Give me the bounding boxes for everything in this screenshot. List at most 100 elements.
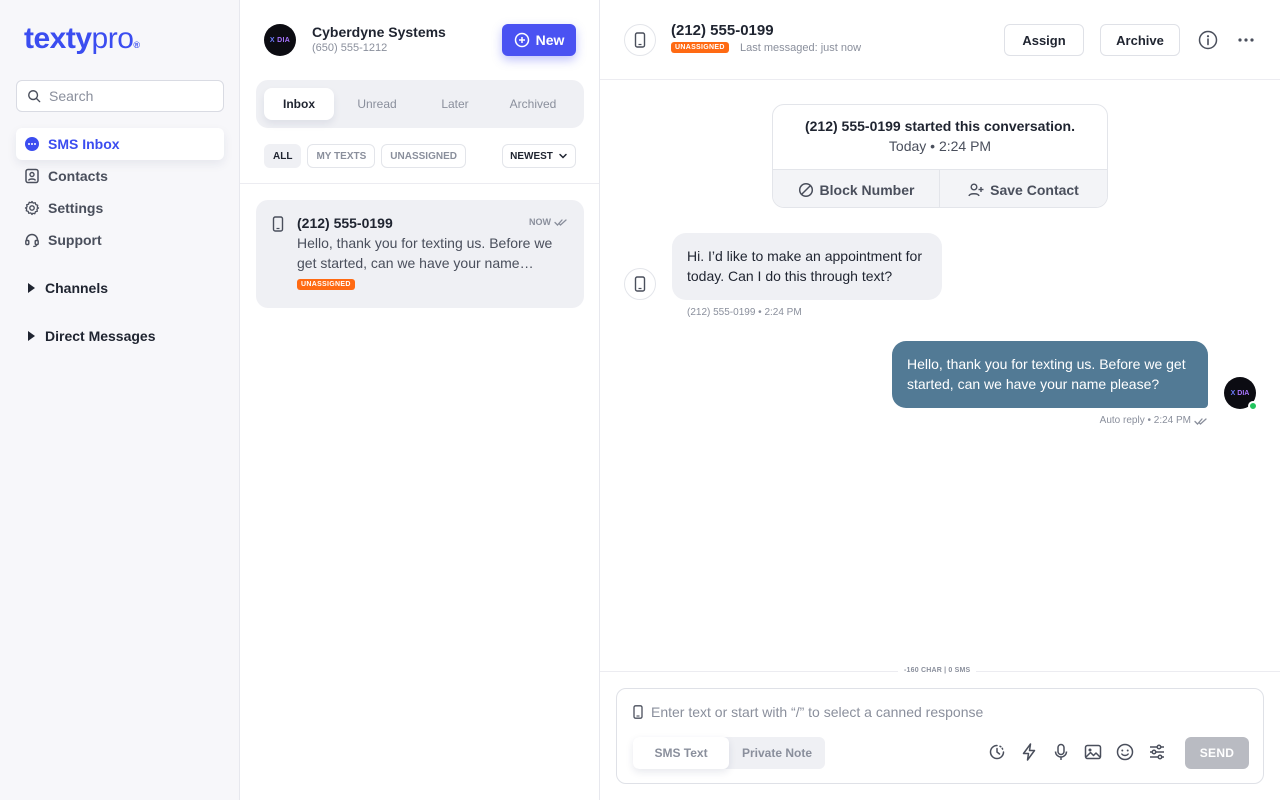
message-meta: (212) 555-0199 • 2:24 PM [687,307,802,318]
last-messaged: Last messaged: just now [740,42,862,54]
info-icon[interactable] [1198,30,1218,50]
conversation-list-panel: X DIA Cyberdyne Systems (650) 555-1212 N… [240,0,600,800]
new-message-button[interactable]: New [502,24,576,56]
org-avatar-letter: X [269,36,275,44]
sidebar-item-support[interactable]: Support [16,224,224,256]
message-composer: SMS Text Private Note SEND [616,688,1264,784]
filter-my-texts[interactable]: MY TEXTS [307,144,376,168]
conversation-started-card: (212) 555-0199 started this conversation… [772,104,1108,208]
sliders-icon[interactable] [1147,742,1167,762]
online-status-dot [1248,401,1258,411]
schedule-icon[interactable] [987,742,1007,762]
block-icon [798,182,813,197]
more-options-icon[interactable] [1236,30,1256,50]
double-check-icon [1194,417,1207,425]
save-contact-label: Save Contact [990,181,1079,198]
sidebar-item-label: Contacts [48,168,108,184]
chevron-down-icon [559,153,567,159]
filter-unassigned[interactable]: UNASSIGNED [381,144,466,168]
caret-right-icon [28,283,35,293]
section-label: Channels [45,280,109,296]
archive-button[interactable]: Archive [1100,24,1180,56]
lightning-icon[interactable] [1019,742,1039,762]
sidebar-item-sms-inbox[interactable]: SMS Inbox [16,128,224,160]
mobile-phone-icon [634,32,646,48]
logo-registered-mark: ® [133,40,140,50]
sort-dropdown[interactable]: NEWEST [502,144,576,168]
org-avatar: X DIA [264,24,296,56]
agent-avatar-letter: X [1230,389,1236,397]
mode-private-note[interactable]: Private Note [729,737,825,769]
org-name: Cyberdyne Systems [312,24,446,40]
sidebar: textypro® SMS Inbox Contacts Settings Su… [0,0,240,800]
filter-all[interactable]: ALL [264,144,302,168]
contact-card-icon [25,168,39,184]
conversation-time: NOW [529,217,568,227]
block-number-label: Block Number [819,181,915,198]
started-actions: Block Number Save Contact [773,169,1107,207]
started-time: Today • 2:24 PM [888,138,992,154]
org-phone: (650) 555-1212 [312,42,388,54]
double-check-icon [554,219,567,226]
logo-text-texty: texty [24,22,92,55]
emoji-icon[interactable] [1115,742,1135,762]
new-button-label: New [535,32,565,48]
char-counter: -160 CHAR | 0 SMS [898,667,977,674]
image-icon[interactable] [1083,742,1103,762]
save-contact-button[interactable]: Save Contact [940,170,1107,207]
send-button[interactable]: SEND [1185,737,1249,769]
search-box[interactable] [16,80,224,112]
tab-inbox[interactable]: Inbox [264,88,334,120]
mobile-phone-icon [634,276,646,292]
message-input[interactable] [651,702,1231,722]
conversation-time-text: NOW [529,217,551,227]
sidebar-item-label: Support [48,232,102,248]
sidebar-item-contacts[interactable]: Contacts [16,160,224,192]
chat-panel: (212) 555-0199 UNASSIGNED Last messaged:… [600,0,1280,800]
chat-bubble-icon [25,137,39,151]
tab-later[interactable]: Later [420,88,490,120]
agent-avatar-text: DIA [1237,389,1250,397]
sidebar-item-label: SMS Inbox [48,136,120,152]
conversation-item[interactable]: (212) 555-0199 NOW Hello, thank you for … [256,200,584,308]
mobile-phone-icon [633,705,643,719]
headset-icon [25,233,39,248]
add-user-icon [968,183,984,196]
section-label: Direct Messages [45,328,156,344]
sidebar-nav: SMS Inbox Contacts Settings Support [16,128,224,256]
message-meta: Auto reply • 2:24 PM [1100,415,1208,426]
sidebar-item-settings[interactable]: Settings [16,192,224,224]
mobile-phone-icon [272,216,284,232]
chat-header: (212) 555-0199 UNASSIGNED Last messaged:… [600,0,1280,80]
conversation-preview: Hello, thank you for texting us. Before … [297,235,553,271]
sidebar-item-label: Settings [48,200,104,216]
inbox-tabs: Inbox Unread Later Archived [256,80,584,128]
tab-archived[interactable]: Archived [498,88,568,120]
divider [240,183,599,184]
chat-contact-number: (212) 555-0199 [671,22,774,39]
plus-circle-icon [514,32,529,48]
conversation-number: (212) 555-0199 [297,215,393,231]
microphone-icon[interactable] [1051,742,1071,762]
section-channels[interactable]: Channels [24,278,108,298]
status-badge: UNASSIGNED [297,279,355,290]
caret-right-icon [28,331,35,341]
agent-avatar: X DIA [1224,377,1258,411]
sender-avatar [624,268,656,300]
contact-avatar [624,24,656,56]
gear-icon [24,200,40,216]
search-input[interactable] [49,88,219,104]
status-badge: UNASSIGNED [671,42,729,53]
composer-mode-toggle: SMS Text Private Note [633,737,825,769]
message-meta-text: Auto reply • 2:24 PM [1099,415,1191,426]
org-avatar-text: DIA [277,36,291,44]
tab-unread[interactable]: Unread [342,88,412,120]
mode-sms-text[interactable]: SMS Text [633,737,729,769]
incoming-message: Hi. I’d like to make an appointment for … [672,233,942,300]
section-direct-messages[interactable]: Direct Messages [24,326,156,346]
started-title: (212) 555-0199 started this conversation… [804,118,1075,134]
assign-button[interactable]: Assign [1004,24,1084,56]
textypro-logo[interactable]: textypro® [24,22,140,56]
filter-chips: ALL MY TEXTS UNASSIGNED [264,144,472,168]
block-number-button[interactable]: Block Number [773,170,940,207]
